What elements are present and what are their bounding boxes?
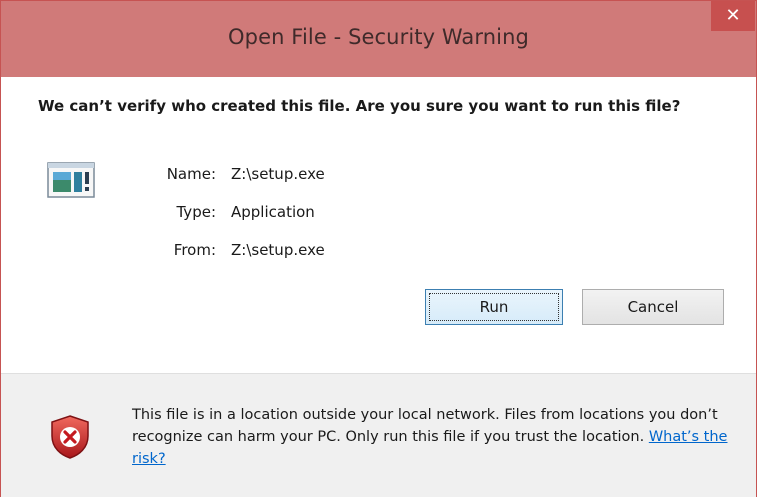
window-title: Open File - Security Warning — [228, 25, 529, 49]
file-details: Name: Z:\setup.exe Type: Application Fro… — [151, 155, 325, 269]
security-shield-icon — [51, 415, 89, 459]
close-icon: ✕ — [725, 5, 741, 26]
dialog-body: We can’t verify who created this file. A… — [1, 77, 756, 497]
type-value: Application — [231, 203, 315, 221]
cancel-button[interactable]: Cancel — [582, 289, 724, 325]
warning-message: This file is in a location outside your … — [132, 404, 742, 470]
detail-row-from: From: Z:\setup.exe — [151, 231, 325, 269]
name-value: Z:\setup.exe — [231, 165, 325, 183]
title-bar[interactable]: Open File - Security Warning ✕ — [1, 1, 756, 77]
from-label: From: — [173, 241, 216, 259]
application-icon — [47, 162, 95, 198]
from-value: Z:\setup.exe — [231, 241, 325, 259]
name-label: Name: — [166, 165, 216, 183]
warning-footer: This file is in a location outside your … — [1, 373, 756, 497]
focus-rectangle — [429, 293, 559, 321]
run-button[interactable]: Run — [425, 289, 563, 325]
warning-text: This file is in a location outside your … — [132, 407, 718, 445]
close-button[interactable]: ✕ — [711, 1, 755, 31]
detail-row-name: Name: Z:\setup.exe — [151, 155, 325, 193]
security-warning-dialog: Open File - Security Warning ✕ We can’t … — [0, 0, 757, 497]
cancel-button-label: Cancel — [627, 298, 679, 316]
security-question: We can’t verify who created this file. A… — [38, 97, 681, 115]
detail-row-type: Type: Application — [151, 193, 325, 231]
type-label: Type: — [176, 203, 216, 221]
